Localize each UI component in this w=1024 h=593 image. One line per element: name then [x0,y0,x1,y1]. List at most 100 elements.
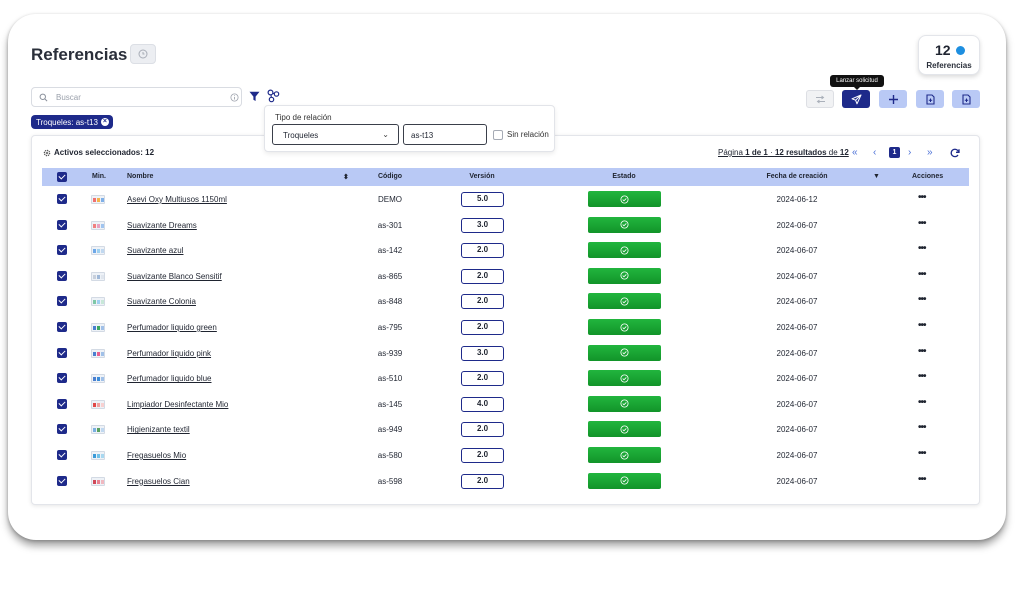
version-badge[interactable]: 2.0 [461,320,504,335]
reference-name-link[interactable]: Suavizante Dreams [127,221,197,230]
more-icon[interactable]: ••• [918,320,926,331]
table-row[interactable]: Limpiador Desinfectante Mio as-145 4.0 2024… [42,392,969,417]
check-circle-icon [620,476,629,485]
history-button[interactable] [130,44,156,64]
row-checkbox[interactable] [57,194,67,204]
double-chevron-right-icon[interactable]: » [927,147,933,158]
version-badge[interactable]: 2.0 [461,243,504,259]
version-badge[interactable]: 3.0 [461,345,504,361]
reference-name-link[interactable]: Suavizante Colonia [127,297,196,306]
more-icon[interactable]: ••• [918,422,926,433]
filter-icon[interactable] [249,91,260,102]
col-created[interactable]: Fecha de creación [742,173,852,180]
version-badge[interactable]: 2.0 [461,294,504,310]
new-document-button[interactable] [916,90,944,108]
select-all-checkbox[interactable] [57,172,67,182]
table-row[interactable]: Higienizante textil as-949 2.0 2024-06-07 ••… [42,417,969,442]
reference-name-link[interactable]: Perfumador liquido green [127,323,217,332]
table-row[interactable]: Suavizante Dreams as-301 3.0 2024-06-07 ••• [42,213,969,238]
creation-date: 2024-06-07 [776,348,818,358]
reference-code: DEMO [378,195,402,204]
pager-results: 12 resultados [774,148,827,157]
chevron-left-icon[interactable]: ‹ [873,147,876,158]
gear-icon [43,149,51,156]
row-checkbox[interactable] [57,373,67,384]
chevron-right-icon[interactable]: › [908,147,911,158]
row-checkbox[interactable] [57,322,67,332]
chevron-down-icon: ⌄ [382,130,389,139]
double-chevron-left-icon[interactable]: « [852,147,858,158]
col-name[interactable]: Nombre [127,173,153,180]
row-checkbox[interactable] [57,245,67,256]
search-input[interactable] [56,90,226,105]
reference-name-link[interactable]: Perfumador liquido blue [127,374,212,383]
row-checkbox[interactable] [57,398,67,409]
reference-name-link[interactable]: Suavizante azul [127,246,183,255]
table-row[interactable]: Fregasuelos Mio as-580 2.0 2024-06-07 ••• [42,443,969,468]
more-icon[interactable]: ••• [918,218,926,229]
status-badge [588,293,661,310]
sort-icon[interactable]: ⬍ [343,173,349,181]
table-row[interactable]: Suavizante Colonia as-848 2.0 2024-06-07 ••• [42,289,969,314]
no-relation-checkbox[interactable] [493,130,503,140]
no-relation-label: Sin relación [507,130,549,139]
thumbnail-image [91,348,105,358]
col-state[interactable]: Estado [594,173,654,180]
more-icon[interactable]: ••• [918,294,926,305]
version-badge[interactable]: 5.0 [461,192,504,207]
close-icon[interactable]: × [100,118,109,126]
table-row[interactable]: Perfumador liquido blue as-510 2.0 2024-06-… [42,366,969,391]
refresh-icon[interactable] [950,148,960,158]
row-checkbox[interactable] [57,347,67,358]
more-icon[interactable]: ••• [918,346,926,357]
table-row[interactable]: Perfumador liquido pink as-939 3.0 2024-06-… [42,341,969,366]
reference-code: as-510 [377,374,403,384]
reference-name-link[interactable]: Fregasuelos Cian [127,477,190,486]
row-checkbox[interactable] [57,475,67,486]
row-checkbox[interactable] [57,424,67,435]
current-page[interactable]: 1 [889,147,900,158]
table-header: Min. Nombre ⬍ Código Versión Estado Fech… [42,168,969,186]
reference-name-link[interactable]: Limpiador Desinfectante Mio [127,400,228,409]
import-document-button[interactable] [952,90,980,108]
more-icon[interactable]: ••• [918,397,926,408]
row-checkbox[interactable] [57,219,67,230]
more-icon[interactable]: ••• [918,269,926,280]
table-row[interactable]: Asevi Oxy Multiusos 1150ml DEMO 5.0 2024-06… [42,187,969,212]
shuffle-button[interactable] [806,90,834,108]
table-row[interactable]: Fregasuelos Cian as-598 2.0 2024-06-07 ••• [42,469,969,494]
version-badge[interactable]: 2.0 [461,371,504,387]
version-badge[interactable]: 3.0 [461,217,504,233]
more-icon[interactable]: ••• [918,448,926,459]
row-checkbox[interactable] [57,296,67,307]
table-row[interactable]: Suavizante azul as-142 2.0 2024-06-07 ••• [42,238,969,263]
col-version[interactable]: Versión [452,173,512,180]
add-button[interactable] [879,90,907,108]
reference-name-link[interactable]: Suavizante Blanco Sensitif [127,272,222,281]
relation-type-value: Troqueles [283,131,319,140]
reference-name-link[interactable]: Higienizante textil [127,425,190,434]
col-code[interactable]: Código [360,173,420,180]
table-row[interactable]: Suavizante Blanco Sensitif as-865 2.0 2024-… [42,264,969,289]
version-badge[interactable]: 2.0 [461,422,504,438]
version-badge[interactable]: 2.0 [461,473,504,489]
creation-date: 2024-06-07 [776,374,818,384]
reference-name-link[interactable]: Fregasuelos Mio [127,451,186,460]
info-icon[interactable] [230,93,239,102]
row-checkbox[interactable] [57,450,67,460]
chevron-down-icon[interactable]: ▼ [873,173,880,180]
version-badge[interactable]: 4.0 [461,396,504,412]
reference-name-link[interactable]: Perfumador liquido pink [127,349,211,358]
reference-name-link[interactable]: Asevi Oxy Multiusos 1150ml [127,195,227,204]
relation-type-select[interactable]: Troqueles ⌄ [272,124,399,145]
version-badge[interactable]: 2.0 [461,268,504,284]
more-icon[interactable]: ••• [918,243,926,254]
more-icon[interactable]: ••• [918,371,926,382]
more-icon[interactable]: ••• [918,192,926,203]
more-icon[interactable]: ••• [918,474,926,485]
relation-icon[interactable] [267,89,280,103]
relation-value-input[interactable]: as-t13 [403,124,487,145]
version-badge[interactable]: 2.0 [461,448,504,463]
table-row[interactable]: Perfumador liquido green as-795 2.0 2024-06… [42,315,969,340]
row-checkbox[interactable] [57,270,67,281]
